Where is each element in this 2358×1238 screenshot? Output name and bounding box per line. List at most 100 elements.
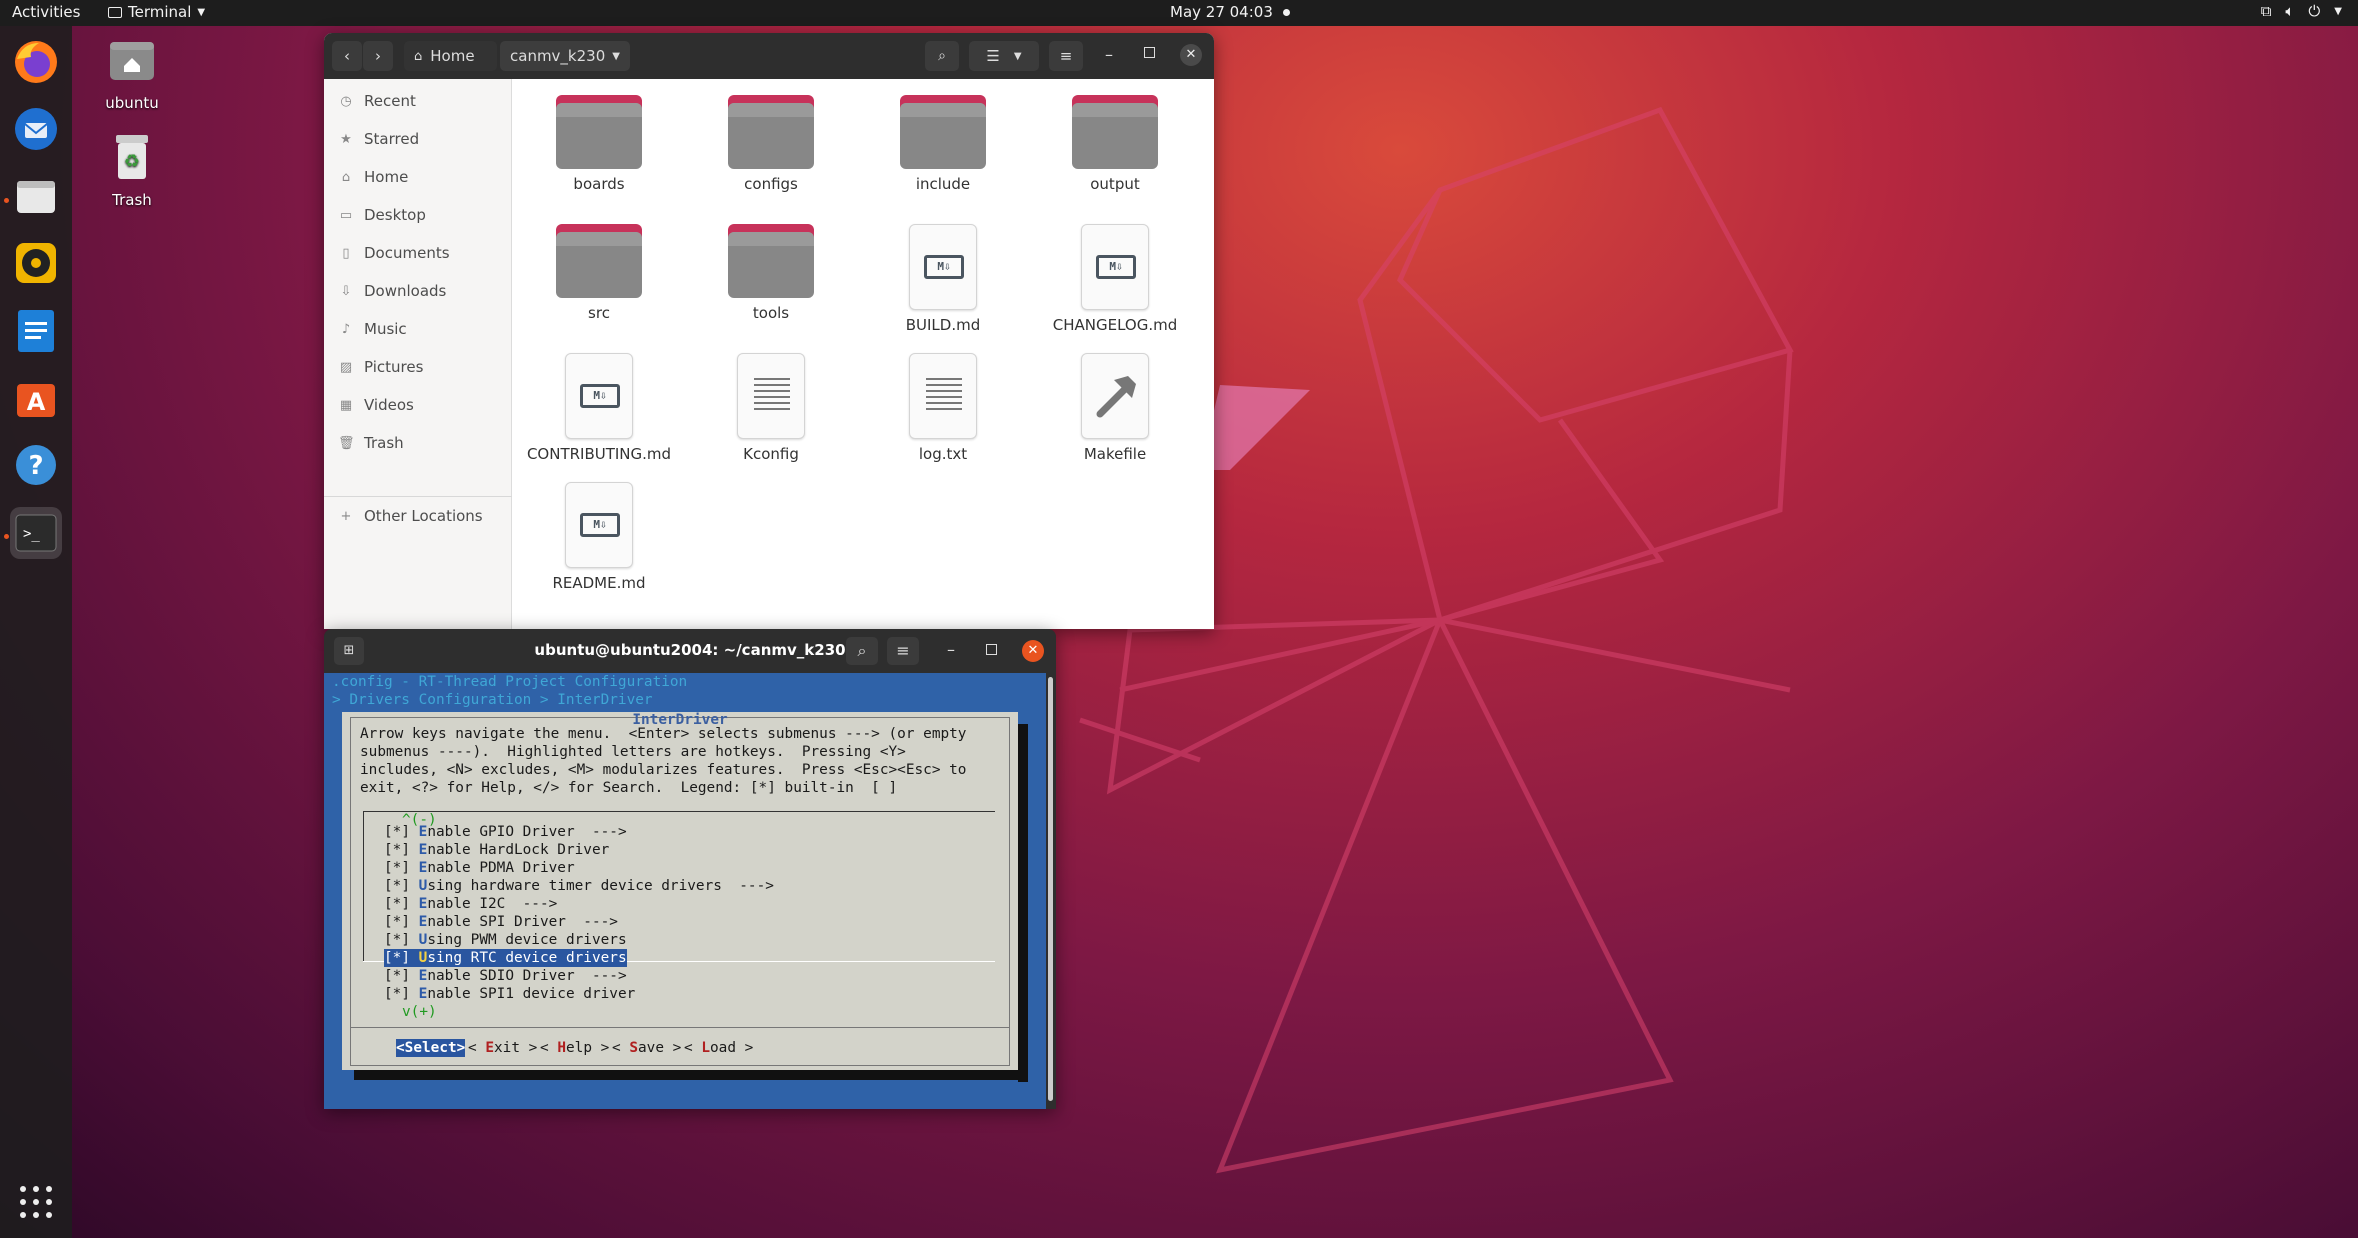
- dropdown-arrow-icon: ▼: [2334, 5, 2342, 17]
- sidebar-item-recent[interactable]: ◷ Recent: [324, 86, 512, 116]
- file-item[interactable]: output: [1030, 95, 1200, 193]
- forward-button[interactable]: ›: [363, 41, 393, 71]
- desktop-icon-label: Trash: [112, 191, 152, 209]
- sidebar-item-label: Recent: [364, 92, 416, 110]
- dock-libreoffice-writer[interactable]: [10, 305, 62, 357]
- menu-item[interactable]: [*] Using PWM device drivers: [384, 931, 627, 949]
- file-item[interactable]: Kconfig: [686, 353, 856, 463]
- menuconfig-breadcrumb-path: > Drivers Configuration > InterDriver: [332, 692, 653, 708]
- maximize-icon[interactable]: [1144, 47, 1155, 58]
- clock-icon: ◷: [340, 93, 352, 109]
- sidebar-item-documents[interactable]: ▯ Documents: [324, 238, 512, 268]
- desktop-trash[interactable]: ♻ Trash: [87, 133, 177, 209]
- dock-show-applications[interactable]: [10, 1176, 62, 1228]
- terminal-scrollbar[interactable]: [1046, 673, 1056, 1109]
- file-item[interactable]: log.txt: [858, 353, 1028, 463]
- load-button[interactable]: < Load >: [684, 1039, 753, 1057]
- hamburger-icon[interactable]: ≡: [887, 637, 919, 665]
- trash-icon: ♻: [116, 135, 148, 179]
- sidebar-item-trash[interactable]: 🗑︎ Trash: [324, 428, 512, 458]
- dock-software[interactable]: A: [10, 372, 62, 424]
- dock-terminal[interactable]: >_: [10, 507, 62, 559]
- file-item[interactable]: configs: [686, 95, 856, 193]
- desktop-icon: ▭: [339, 207, 353, 223]
- menu-item[interactable]: [*] Enable GPIO Driver --->: [384, 823, 627, 841]
- sidebar-item-pictures[interactable]: ▨ Pictures: [324, 352, 512, 382]
- help-button[interactable]: < Help >: [540, 1039, 609, 1057]
- back-button[interactable]: ‹: [332, 41, 362, 71]
- file-name: tools: [752, 304, 790, 322]
- dock-files[interactable]: [10, 171, 62, 223]
- sidebar-item-home[interactable]: ⌂ Home: [324, 162, 512, 192]
- path-current-button[interactable]: canmv_k230 ▼: [500, 41, 630, 71]
- sidebar-item-downloads[interactable]: ⇩ Downloads: [324, 276, 512, 306]
- clock-button[interactable]: May 27 04:03: [1170, 3, 1290, 21]
- minimize-icon[interactable]: –: [1105, 45, 1113, 64]
- menu-item[interactable]: [*] Enable HardLock Driver: [384, 841, 609, 859]
- dropdown-arrow-icon: ▼: [1013, 50, 1022, 62]
- sidebar-item-starred[interactable]: ★ Starred: [324, 124, 512, 154]
- menu-item[interactable]: [*] Enable SPI1 device driver: [384, 985, 635, 1003]
- menu-item-spacer: [410, 914, 419, 930]
- path-current-label: canmv_k230: [510, 47, 606, 65]
- desktop-home-folder[interactable]: ubuntu: [87, 36, 177, 112]
- menuconfig-breadcrumb: .config - RT-Thread Project Configuratio…: [332, 674, 688, 690]
- sidebar-item-desktop[interactable]: ▭ Desktop: [324, 200, 512, 230]
- search-button[interactable]: ⌕: [925, 41, 959, 71]
- menu-item[interactable]: [*] Enable SDIO Driver --->: [384, 967, 627, 985]
- terminal-icon: >_: [15, 514, 57, 552]
- menu-item[interactable]: [*] Enable SPI Driver --->: [384, 913, 618, 931]
- minimize-icon[interactable]: –: [947, 640, 955, 659]
- menu-item[interactable]: [*] Using hardware timer device drivers …: [384, 877, 774, 895]
- sidebar-item-other-locations[interactable]: + Other Locations: [324, 501, 512, 531]
- dock-help[interactable]: ?: [10, 439, 62, 491]
- menu-item[interactable]: [*] Using RTC device drivers: [384, 949, 627, 967]
- view-toggle-button[interactable]: ☰ ▼: [969, 41, 1039, 71]
- dock-rhythmbox[interactable]: [10, 237, 62, 289]
- activities-button[interactable]: Activities: [12, 3, 80, 21]
- system-tray[interactable]: ⧉ 🔈︎ ⏻ ▼: [2261, 2, 2342, 20]
- file-item[interactable]: M⇩ BUILD.md: [858, 224, 1028, 334]
- exit-button[interactable]: < Exit >: [468, 1039, 537, 1057]
- path-home-button[interactable]: ⌂ Home: [404, 41, 497, 71]
- folder-icon: [728, 224, 814, 298]
- download-icon: ⇩: [340, 283, 352, 299]
- search-icon[interactable]: ⌕: [846, 637, 878, 665]
- markdown-file-icon: M⇩: [909, 224, 977, 310]
- menu-item-label: nable HardLock Driver: [427, 842, 610, 858]
- file-item[interactable]: tools: [686, 224, 856, 322]
- sidebar-item-videos[interactable]: ▦ Videos: [324, 390, 512, 420]
- close-icon[interactable]: ✕: [1180, 44, 1202, 66]
- button-hotkey: S: [629, 1040, 638, 1056]
- app-menu[interactable]: Terminal ▼: [108, 3, 205, 21]
- sidebar-item-music[interactable]: ♪ Music: [324, 314, 512, 344]
- file-name: README.md: [552, 574, 646, 592]
- close-icon[interactable]: ✕: [1022, 640, 1044, 662]
- menu-item[interactable]: [*] Enable PDMA Driver: [384, 859, 575, 877]
- sidebar-item-label: Downloads: [364, 282, 447, 300]
- file-name: CONTRIBUTING.md: [526, 445, 672, 463]
- dock-firefox[interactable]: [10, 36, 62, 88]
- menu-item-spacer: [410, 896, 419, 912]
- file-item[interactable]: include: [858, 95, 1028, 193]
- dock-thunderbird[interactable]: [10, 103, 62, 155]
- menu-button[interactable]: ≡: [1049, 41, 1083, 71]
- file-item[interactable]: boards: [514, 95, 684, 193]
- maximize-icon[interactable]: [986, 644, 997, 655]
- select-button[interactable]: <Select>: [396, 1039, 466, 1057]
- menu-item[interactable]: [*] Enable I2C --->: [384, 895, 557, 913]
- menu-item-label: nable SPI1 device driver: [427, 986, 636, 1002]
- help-text-line: includes, <N> excludes, <M> modularizes …: [360, 762, 967, 778]
- file-item[interactable]: M⇩ CHANGELOG.md: [1030, 224, 1200, 334]
- file-item[interactable]: M⇩ CONTRIBUTING.md: [514, 353, 684, 463]
- file-item[interactable]: Makefile: [1030, 353, 1200, 463]
- software-center-icon: A: [17, 384, 55, 417]
- menu-item-label: nable GPIO Driver --->: [427, 824, 627, 840]
- file-item[interactable]: src: [514, 224, 684, 322]
- terminal-content[interactable]: .config - RT-Thread Project Configuratio…: [324, 673, 1046, 1109]
- checkbox-state: [*]: [384, 932, 410, 948]
- file-item[interactable]: M⇩ README.md: [514, 482, 684, 592]
- path-home-label: Home: [430, 47, 475, 65]
- save-button[interactable]: < Save >: [612, 1039, 681, 1057]
- file-name: output: [1090, 175, 1140, 193]
